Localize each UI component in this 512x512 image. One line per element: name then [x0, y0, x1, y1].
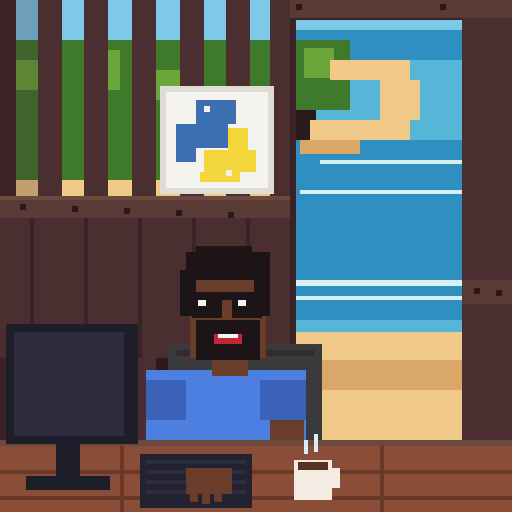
scene-canvas [0, 0, 512, 512]
pixel-art-scene [0, 0, 512, 512]
doorway-beach-view [290, 0, 512, 512]
python-logo-poster [160, 86, 274, 194]
keyboard [140, 454, 252, 508]
